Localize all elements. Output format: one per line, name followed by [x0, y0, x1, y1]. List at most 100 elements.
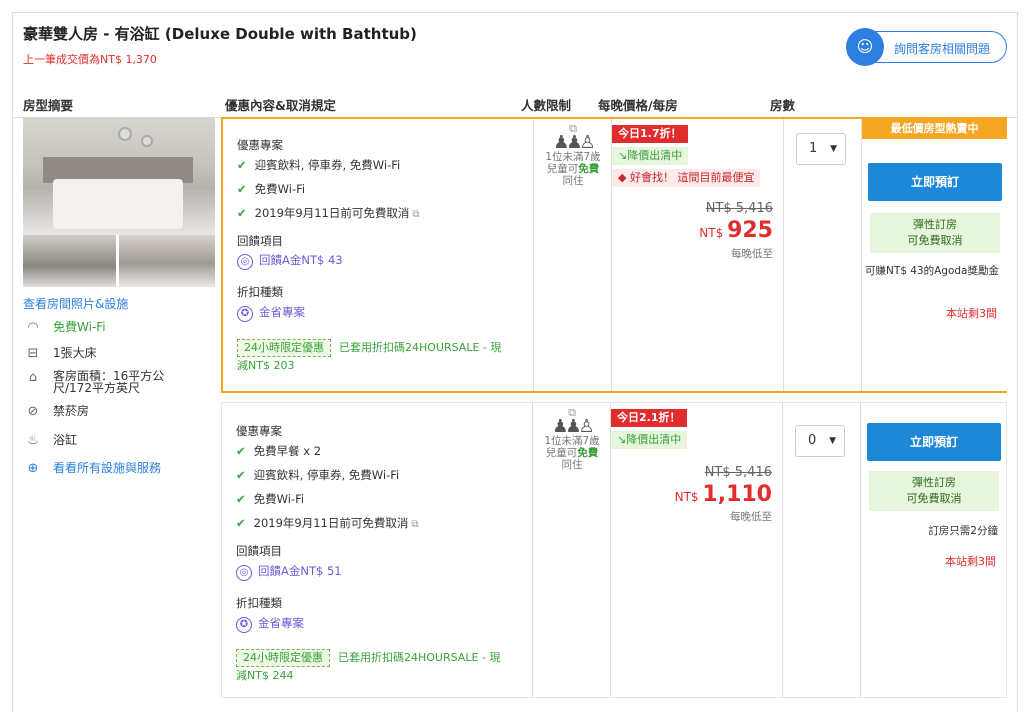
offer-row-1: 優惠專案 ✔ 迎賓飲料, 停車券, 免費Wi-Fi ✔ 免費Wi-Fi ✔ 2019年… [221, 117, 1007, 393]
rebate-title: 回饋項目 [236, 544, 282, 558]
header-rooms: 房數 [770, 98, 796, 113]
deal-title: 優惠專案 [237, 138, 283, 152]
per-night-note: 每晚低至 [730, 511, 772, 523]
booking-column: 立即預訂 彈性訂房 可免費取消 訂房只需2分鐘 本站剩3間 [860, 403, 1006, 697]
people-icon: ♟♟♙ [552, 416, 594, 437]
coin-icon: ◎ [237, 254, 253, 270]
flexible-booking-badge: 彈性訂房 可免費取消 [870, 213, 1000, 253]
copy-icon: ⧉ [412, 209, 420, 220]
deal-item: ✔ 2019年9月11日前可免費取消 ⧉ [237, 206, 420, 220]
check-icon: ✔ [236, 444, 246, 458]
people-limit: ⧉ ♟♟♙ 1位未滿7歲 兒童可免費 同住 [533, 407, 611, 472]
room-photo-main[interactable] [23, 117, 215, 235]
header-price: 每晚價格/每房 [598, 98, 678, 113]
promo-line: 24小時限定優惠 已套用折扣碼24HOURSALE - 現減NT$ 244 [236, 649, 506, 685]
rooms-column: 0 ▼ [782, 403, 860, 697]
room-photo-thumb[interactable] [23, 235, 116, 287]
rooms-remaining: 本站剩3間 [945, 555, 996, 568]
discount-title: 折扣種類 [236, 596, 282, 610]
promo-tag: 24小時限定優惠 [236, 649, 330, 667]
people-column: ⧉ ♟♟♙ 1位未滿7歲 兒童可免費 同住 [532, 403, 610, 697]
check-icon: ✔ [237, 206, 247, 220]
chat-icon: ☺ [846, 28, 884, 66]
house-icon: ⌂ [28, 370, 38, 385]
current-price: NT$ 925 [699, 218, 773, 243]
no-smoking-icon: ⊘ [27, 404, 39, 419]
per-night-note: 每晚低至 [731, 248, 773, 260]
people-column: ⧉ ♟♟♙ 1位未滿7歲 兒童可免費 同住 [533, 119, 611, 391]
offer-row-2: 優惠專案 ✔ 免費早餐 x 2 ✔ 迎賓飲料, 停車券, 免費Wi-Fi ✔ 免費Wi… [221, 402, 1007, 698]
all-facilities-link[interactable]: ⊕ 看看所有設施與服務 [25, 459, 161, 476]
star-icon: ✪ [237, 306, 253, 322]
room-title: 豪華雙人房 - 有浴缸 (Deluxe Double with Bathtub) [23, 25, 417, 43]
lamp-shape [141, 135, 153, 147]
ask-room-question-label: 詢問客房相關問題 [894, 42, 991, 56]
lamp-shape [118, 127, 132, 141]
rebate-item[interactable]: ◎ 回饋A金NT$ 51 [236, 563, 342, 581]
people-limit: ⧉ ♟♟♙ 1位未滿7歲 兒童可免費 同住 [534, 123, 612, 188]
flexible-booking-badge: 彈性訂房 可免費取消 [869, 471, 999, 511]
deal-item: ✔ 免費早餐 x 2 [236, 444, 322, 458]
discount-badge: 今日2.1折！ [611, 409, 687, 427]
chevron-down-icon: ▼ [830, 144, 837, 154]
deal-item: ✔ 迎賓飲料, 停車券, 免費Wi-Fi [236, 468, 400, 482]
deal-item: ✔ 2019年9月11日前可免費取消 ⧉ [236, 516, 419, 530]
check-icon: ✔ [237, 158, 247, 172]
star-icon: ✪ [236, 617, 252, 633]
book-now-button[interactable]: 立即預訂 [868, 163, 1002, 201]
check-icon: ✔ [237, 182, 247, 196]
deal-item: ✔ 迎賓飲料, 停車券, 免費Wi-Fi [237, 158, 401, 172]
feature-size: ⌂ 客房面積：16平方公尺/172平方英尺 [25, 370, 203, 394]
bed-icon: ⊟ [27, 346, 39, 361]
discount-badge: 今日1.7折！ [612, 125, 688, 143]
original-price: NT$ 5,416 [704, 465, 772, 480]
booking-column: 最低價房型熱賣中 立即預訂 彈性訂房 可免費取消 可賺NT$ 43的Agoda獎… [861, 119, 1007, 391]
check-icon: ✔ [236, 468, 246, 482]
current-price: NT$ 1,110 [674, 482, 772, 507]
rooms-column: 1 ▼ [783, 119, 861, 391]
check-icon: ✔ [236, 492, 246, 506]
room-photos-link[interactable]: 查看房間照片&設施 [23, 295, 128, 312]
cheapest-badge: ◆ 好會找！ 這間目前最便宜 [612, 169, 761, 187]
header-summary: 房型摘要 [23, 98, 74, 113]
price-drop-badge: ↘降價出清中 [612, 147, 689, 165]
coin-icon: ◎ [236, 565, 252, 581]
people-icon: ♟♟♙ [553, 132, 595, 153]
room-panel: 豪華雙人房 - 有浴缸 (Deluxe Double with Bathtub)… [12, 12, 1018, 712]
price-column: 今日1.7折！ ↘降價出清中 ◆ 好會找！ 這間目前最便宜 NT$ 5,416 … [611, 119, 783, 391]
rebate-title: 回饋項目 [237, 234, 283, 248]
price-column: 今日2.1折！ ↘降價出清中 NT$ 5,416 NT$ 1,110 每晚低至 [610, 403, 782, 697]
room-qty-select[interactable]: 1 ▼ [796, 133, 846, 165]
original-price: NT$ 5,416 [705, 201, 773, 216]
feature-wifi: ◠ 免費Wi-Fi [25, 318, 105, 335]
discount-item[interactable]: ✪ 金省專案 [237, 304, 305, 322]
check-icon: ✔ [236, 516, 246, 530]
deal-item: ✔ 免費Wi-Fi [237, 182, 306, 196]
tag-icon: ◆ [618, 171, 630, 184]
reward-note: 可賺NT$ 43的Agoda獎勵金 [864, 265, 999, 277]
feature-bathtub: ♨ 浴缸 [25, 431, 77, 448]
room-photo-thumb[interactable] [119, 235, 215, 287]
wifi-icon: ◠ [27, 320, 39, 335]
bathtub-icon: ♨ [27, 433, 39, 448]
book-now-button[interactable]: 立即預訂 [867, 423, 1001, 461]
plus-circle-icon: ⊕ [27, 461, 39, 476]
chevron-down-icon: ▼ [829, 436, 836, 446]
bed-shape [53, 179, 183, 229]
hot-sale-banner: 最低價房型熱賣中 [862, 119, 1007, 139]
rebate-item[interactable]: ◎ 回饋A金NT$ 43 [237, 252, 343, 270]
discount-title: 折扣種類 [237, 285, 283, 299]
deal-title: 優惠專案 [236, 424, 282, 438]
discount-item[interactable]: ✪ 金省專案 [236, 615, 304, 633]
promo-tag: 24小時限定優惠 [237, 339, 331, 357]
promo-line: 24小時限定優惠 已套用折扣碼24HOURSALE - 現減NT$ 203 [237, 339, 507, 375]
feature-bed: ⊟ 1張大床 [25, 344, 97, 361]
header-offer: 優惠內容&取消規定 [225, 98, 336, 113]
last-price-note: 上一筆成交價為NT$ 1,370 [23, 53, 157, 66]
header-people: 人數限制 [521, 98, 572, 113]
ask-room-question-button[interactable]: ☺ 詢問客房相關問題 [846, 28, 1007, 66]
rooms-remaining: 本站剩3間 [946, 307, 997, 320]
price-drop-badge: ↘降價出清中 [611, 431, 688, 449]
room-qty-select[interactable]: 0 ▼ [795, 425, 845, 457]
copy-icon: ⧉ [411, 519, 419, 530]
